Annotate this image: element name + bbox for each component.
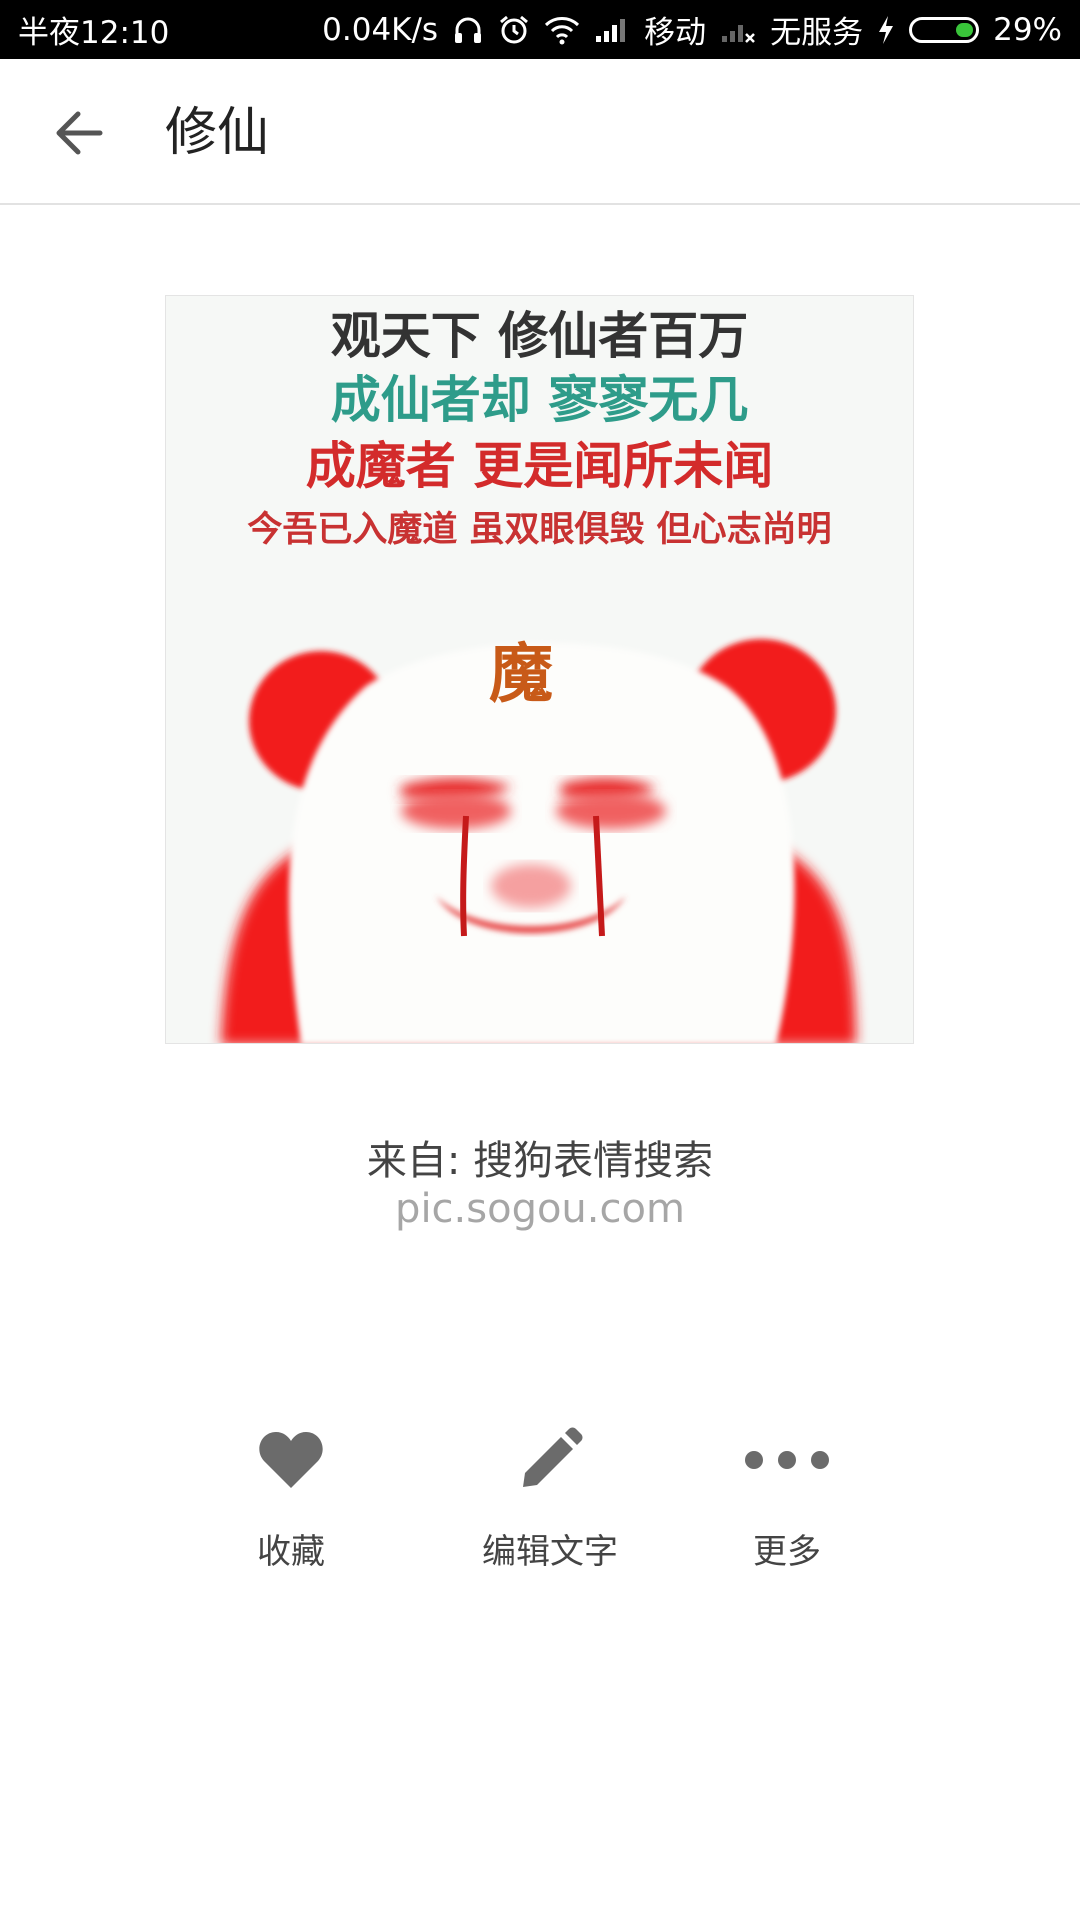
pencil-icon: [440, 1420, 660, 1500]
headphones-icon: [452, 14, 484, 46]
more-dots-icon: [677, 1420, 897, 1500]
arrow-left-icon: [50, 105, 106, 161]
favorite-label: 收藏: [257, 1532, 325, 1572]
status-time: 半夜12:10: [18, 15, 170, 51]
network-speed: 0.04K/s: [322, 11, 439, 48]
more-label: 更多: [753, 1532, 821, 1572]
battery-percent: 29%: [993, 11, 1062, 48]
app-bar: 修仙: [0, 59, 1080, 205]
battery-icon: [909, 16, 980, 43]
status-bar: 半夜12:10 0.04K/s 移动 无服务 29%: [0, 0, 1080, 59]
edit-text-button[interactable]: 编辑文字: [440, 1420, 660, 1573]
wifi-icon: [544, 15, 580, 45]
page-title: 修仙: [165, 103, 270, 163]
back-button[interactable]: [40, 95, 116, 171]
service-status: 无服务: [770, 15, 864, 51]
status-right-group: 0.04K/s 移动 无服务 29%: [322, 7, 1062, 52]
alarm-icon: [498, 14, 530, 46]
more-button[interactable]: 更多: [677, 1420, 897, 1573]
forehead-character: 魔: [489, 638, 553, 712]
carrier-name: 移动: [644, 15, 707, 51]
panda-eye-shadow-right: [556, 793, 666, 829]
source-url[interactable]: pic.sogou.com: [0, 1186, 1080, 1232]
favorite-button[interactable]: 收藏: [181, 1420, 401, 1573]
battery-level: [956, 22, 974, 37]
charging-icon: [877, 15, 895, 45]
no-signal-icon: [720, 16, 756, 44]
signal-icon: [594, 16, 630, 44]
panda-tear-left: [460, 815, 469, 937]
panda-nose: [491, 864, 571, 908]
heart-icon: [181, 1420, 401, 1500]
edit-text-label: 编辑文字: [482, 1532, 618, 1572]
meme-image[interactable]: 观天下 修仙者百万 成仙者却 寥寥无几 成魔者 更是闻所未闻 今吾已入魔道 虽双…: [165, 295, 914, 1044]
panda-face-illustration: 魔: [221, 638, 856, 1043]
panda-eye-shadow-left: [401, 793, 511, 829]
source-label: 来自: 搜狗表情搜索: [366, 1138, 714, 1184]
